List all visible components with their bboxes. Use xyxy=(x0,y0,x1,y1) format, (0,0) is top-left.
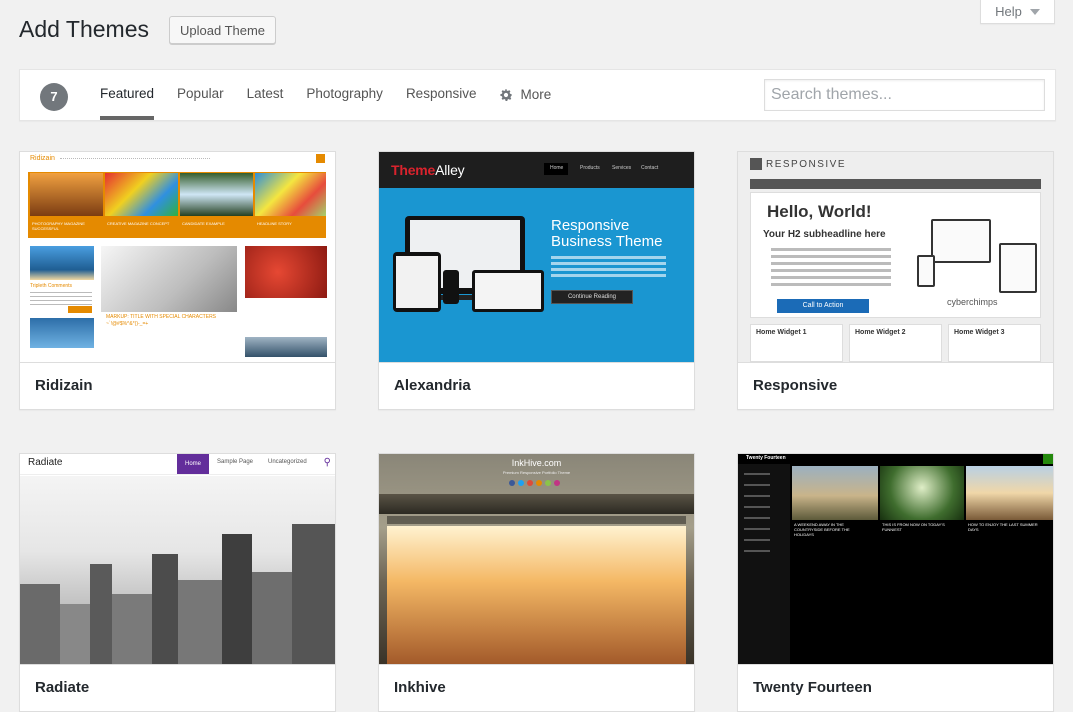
theme-card-alexandria[interactable]: ThemeAlley Home Products Services Contac… xyxy=(378,151,695,410)
twenty-fourteen-caption: THIS IS FROM NOW ON TODAY'S FUNNIEST xyxy=(882,522,945,532)
radiate-nav-item: Sample Page xyxy=(217,459,254,465)
ridizain-logo: Ridizain xyxy=(30,155,55,162)
alexandria-nav-item: Services xyxy=(612,165,632,171)
social-icons xyxy=(509,480,560,486)
search-icon: ⚲ xyxy=(323,457,331,468)
responsive-widget: Home Widget 2 xyxy=(849,324,942,362)
alexandria-cta: Continue Reading xyxy=(551,290,633,304)
cyberchimps-logo: cyberchimps xyxy=(947,297,998,307)
responsive-logo: RESPONSIVE xyxy=(766,158,847,170)
theme-card-radiate[interactable]: Radiate Home Sample Page Uncategorized ⚲… xyxy=(19,453,336,712)
theme-screenshot: Twenty Fourteen A WEEKEND AWAY IN THE CO… xyxy=(738,454,1053,664)
theme-name: Inkhive xyxy=(379,664,694,711)
responsive-widget: Home Widget 1 xyxy=(750,324,843,362)
filter-links: Featured Popular Latest Photography Resp… xyxy=(100,70,574,120)
filter-responsive[interactable]: Responsive xyxy=(406,70,477,120)
ridizain-caption: CREATIVE MAGAZINE CONCEPT xyxy=(107,221,170,226)
alexandria-nav-item: Products xyxy=(580,165,600,171)
theme-card-twenty-fourteen[interactable]: Twenty Fourteen A WEEKEND AWAY IN THE CO… xyxy=(737,453,1054,712)
twenty-fourteen-title: Twenty Fourteen xyxy=(746,455,786,461)
responsive-hero-title: Hello, World! xyxy=(767,202,872,221)
radiate-logo: Radiate xyxy=(28,457,63,468)
menu-icon xyxy=(750,158,762,170)
ridizain-side-title: Tripleth Comments xyxy=(30,283,73,289)
inkhive-title: InkHive.com xyxy=(511,458,562,468)
twenty-fourteen-caption: A WEEKEND AWAY IN THE COUNTRYSIDE BEFORE… xyxy=(794,522,850,537)
help-label: Help xyxy=(995,4,1022,19)
theme-screenshot: Ridizain PHOTOGRAPHY MAGAZINE SUCCESSFUL… xyxy=(20,152,335,362)
theme-screenshot: InkHive.com Premium Responsive Portfolio… xyxy=(379,454,694,664)
alexandria-headline: Responsive Business Theme xyxy=(551,217,663,250)
upload-theme-button[interactable]: Upload Theme xyxy=(169,16,277,44)
responsive-cta: Call to Action xyxy=(777,299,869,313)
alexandria-logo: ThemeAlley xyxy=(391,162,465,178)
caret-down-icon xyxy=(1029,8,1040,15)
radiate-nav-item: Uncategorized xyxy=(268,459,307,465)
theme-screenshot: ThemeAlley Home Products Services Contac… xyxy=(379,152,694,362)
search-themes-input[interactable] xyxy=(764,79,1045,111)
theme-name: Ridizain xyxy=(20,362,335,409)
filter-latest[interactable]: Latest xyxy=(247,70,284,120)
ridizain-main-caption: MARKUP: TITLE WITH SPECIAL CHARACTERS ~`… xyxy=(106,314,217,327)
search-icon xyxy=(1043,454,1053,464)
more-label: More xyxy=(520,87,552,102)
theme-card-responsive[interactable]: RESPONSIVE Hello, World! Your H2 subhead… xyxy=(737,151,1054,410)
responsive-widget: Home Widget 3 xyxy=(948,324,1041,362)
theme-name: Responsive xyxy=(738,362,1053,409)
inkhive-subtitle: Premium Responsive Portfolio Theme xyxy=(502,470,571,475)
alexandria-nav-item: Home xyxy=(550,165,564,171)
theme-screenshot: RESPONSIVE Hello, World! Your H2 subhead… xyxy=(738,152,1053,362)
theme-card-ridizain[interactable]: Ridizain PHOTOGRAPHY MAGAZINE SUCCESSFUL… xyxy=(19,151,336,410)
responsive-hero-subtitle: Your H2 subheadline here xyxy=(763,229,886,240)
twenty-fourteen-caption: HOW TO ENJOY THE LAST SUMMER DAYS xyxy=(968,522,1038,532)
filter-bar: 7 Featured Popular Latest Photography Re… xyxy=(19,69,1056,121)
gear-icon xyxy=(500,88,513,102)
alexandria-nav-item: Contact xyxy=(641,165,659,171)
theme-name: Radiate xyxy=(20,664,335,711)
radiate-nav-home: Home xyxy=(177,454,209,474)
ridizain-caption: PHOTOGRAPHY MAGAZINE SUCCESSFUL xyxy=(32,221,85,231)
theme-name: Alexandria xyxy=(379,362,694,409)
filter-more[interactable]: More xyxy=(499,70,551,120)
ridizain-caption: CANDIDATE EXAMPLE xyxy=(182,221,225,226)
page-title: Add Themes xyxy=(19,16,149,42)
theme-card-inkhive[interactable]: InkHive.com Premium Responsive Portfolio… xyxy=(378,453,695,712)
ridizain-caption: HEADLINE STORY xyxy=(257,221,292,226)
filter-photography[interactable]: Photography xyxy=(306,70,383,120)
theme-name: Twenty Fourteen xyxy=(738,664,1053,711)
help-tab[interactable]: Help xyxy=(980,0,1055,24)
theme-count-badge: 7 xyxy=(40,83,68,111)
theme-screenshot: Radiate Home Sample Page Uncategorized ⚲ xyxy=(20,454,335,664)
filter-featured[interactable]: Featured xyxy=(100,70,155,120)
filter-popular[interactable]: Popular xyxy=(177,70,224,120)
